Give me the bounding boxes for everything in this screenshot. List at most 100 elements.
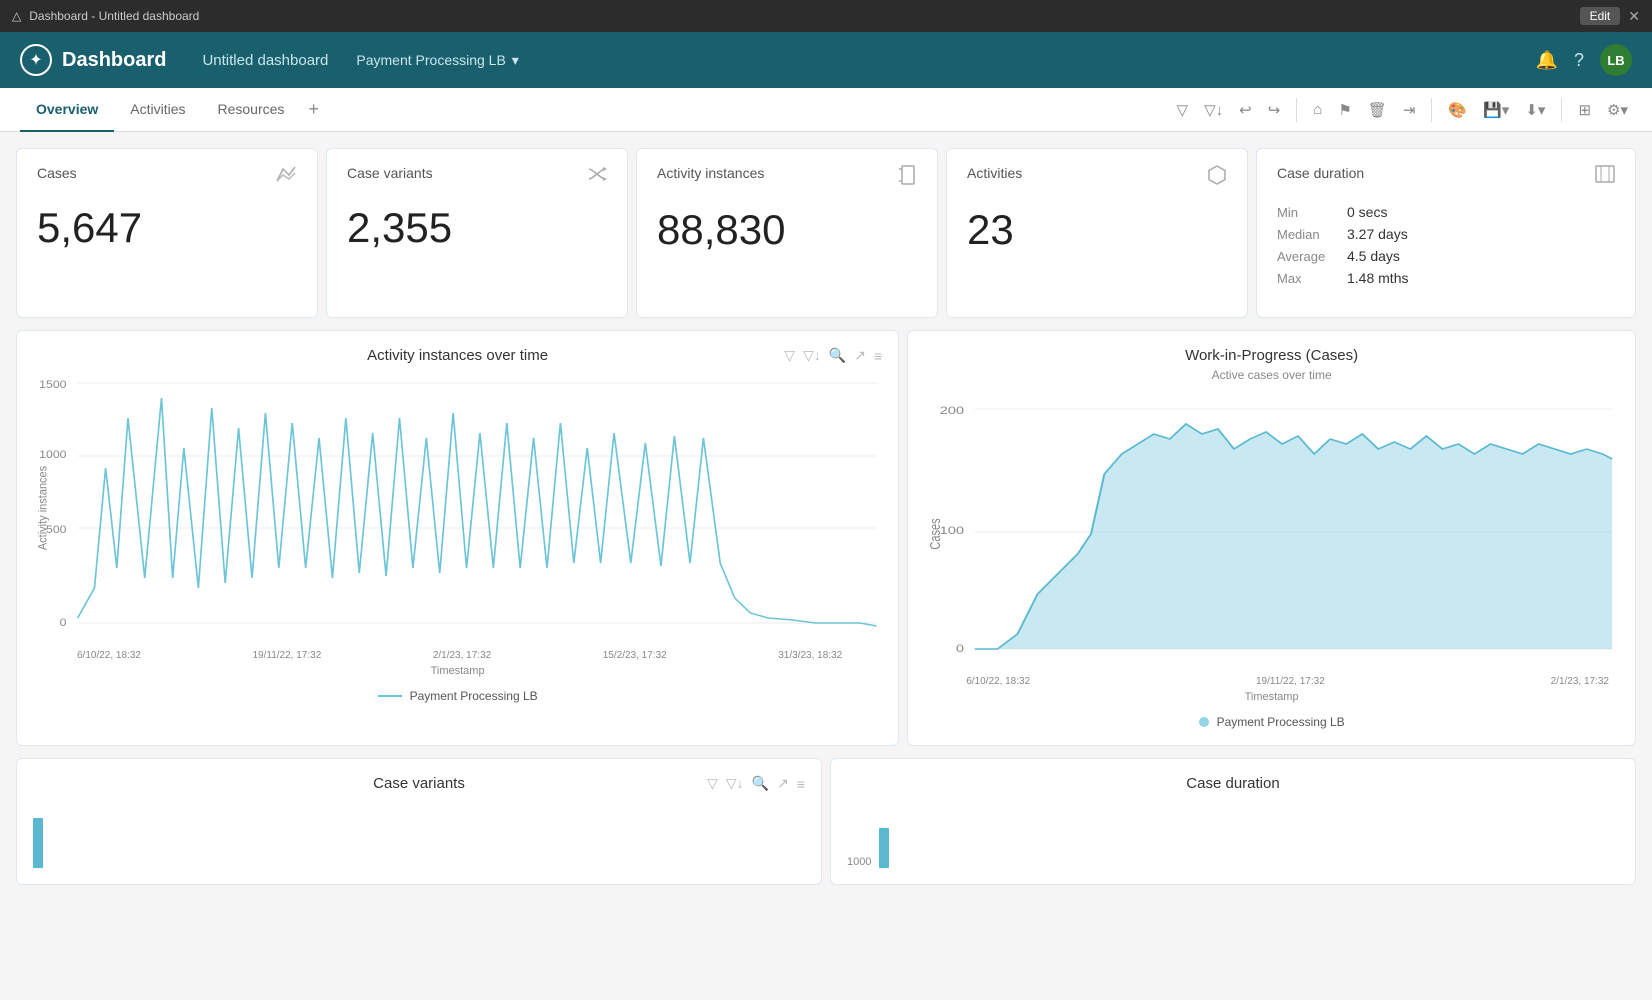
- x-tick-3: 2/1/23, 17:32: [433, 650, 491, 661]
- download-icon[interactable]: ⬇▾: [1521, 97, 1549, 123]
- x-tick-4: 15/2/23, 17:32: [603, 650, 667, 661]
- bell-icon[interactable]: 🔔: [1536, 50, 1558, 71]
- chart-bottom-case-variants: Case variants ▽ ▽↓ 🔍 ↗ ≡: [16, 758, 822, 885]
- legend-dot-wip: [1199, 717, 1209, 727]
- chart-subtitle-wip: Active cases over time: [1098, 368, 1445, 382]
- wip-svg: 200 100 0 Cases: [924, 394, 1619, 674]
- kpi-value-cases: 5,647: [37, 204, 297, 252]
- kpi-value-activity-instances: 88,830: [657, 206, 917, 254]
- title-bar: △ Dashboard - Untitled dashboard Edit ✕: [0, 0, 1652, 32]
- svg-text:1000: 1000: [39, 449, 67, 461]
- save-icon[interactable]: 💾▾: [1479, 97, 1513, 123]
- dur-value-average: 4.5 days: [1347, 248, 1400, 264]
- bottom-menu-icon[interactable]: ≡: [797, 776, 805, 792]
- kpi-card-case-duration: Case duration Min 0 secs Median 3.27 day: [1256, 148, 1636, 318]
- chart-bottom-case-duration: Case duration 1000: [830, 758, 1636, 885]
- tab-overview[interactable]: Overview: [20, 88, 114, 132]
- x-tick-5: 31/3/23, 18:32: [778, 650, 842, 661]
- kpi-card-activities: Activities 23: [946, 148, 1248, 318]
- activity-instances-svg: 1500 1000 500 0 Activity instances: [33, 368, 882, 648]
- dashboard-name[interactable]: Untitled dashboard: [202, 52, 328, 69]
- case-duration-icon: [1595, 165, 1615, 188]
- chevron-down-icon: ▾: [512, 52, 519, 69]
- dur-label-median: Median: [1277, 227, 1347, 242]
- help-icon[interactable]: ?: [1574, 50, 1584, 71]
- dur-value-min: 0 secs: [1347, 204, 1387, 220]
- divider: [1296, 98, 1297, 122]
- undo-icon[interactable]: ↩: [1235, 97, 1256, 123]
- add-tab-button[interactable]: +: [300, 99, 327, 120]
- filter-icon[interactable]: ▽: [1173, 97, 1193, 123]
- nav-toolbar: ▽ ▽↓ ↩ ↪ ⌂ ⚑ 🗑 ⇥ 🎨 💾▾ ⬇▾ ⊞ ⚙▾: [1173, 97, 1632, 123]
- avatar[interactable]: LB: [1600, 44, 1632, 76]
- kpi-label-activities: Activities: [967, 165, 1022, 181]
- home-icon[interactable]: ⌂: [1309, 97, 1326, 122]
- settings-icon[interactable]: ⚙▾: [1603, 97, 1632, 123]
- redo-icon[interactable]: ↪: [1264, 97, 1285, 123]
- activities-icon: [1207, 165, 1227, 190]
- cases-chart-icon: [275, 165, 297, 188]
- window-title: Dashboard - Untitled dashboard: [29, 9, 199, 23]
- chart-activity-instances: Activity instances over time ▽ ▽↓ 🔍 ↗ ≡ …: [16, 330, 899, 746]
- kpi-row: Cases 5,647 Case variants: [16, 148, 1636, 318]
- header-logo: ✦ Dashboard: [20, 44, 166, 76]
- dur-label-min: Min: [1277, 205, 1347, 220]
- kpi-header-cases: Cases: [37, 165, 297, 188]
- kpi-card-case-variants: Case variants 2,355: [326, 148, 628, 318]
- chart-title-activity-instances: Activity instances over time: [245, 347, 670, 364]
- svg-text:0: 0: [956, 642, 964, 655]
- duration-row-max: Max 1.48 mths: [1277, 270, 1615, 286]
- dur-label-average: Average: [1277, 249, 1347, 264]
- x-tick-2: 19/11/22, 17:32: [253, 650, 322, 661]
- kpi-label-activity-instances: Activity instances: [657, 165, 764, 181]
- x-axis-label-wip: Timestamp: [924, 691, 1619, 703]
- kpi-label-case-duration: Case duration: [1277, 165, 1364, 181]
- duration-row-median: Median 3.27 days: [1277, 226, 1615, 242]
- trash-icon[interactable]: 🗑: [1364, 97, 1391, 123]
- header: ✦ Dashboard Untitled dashboard Payment P…: [0, 32, 1652, 88]
- chart-cursor-icon[interactable]: ↗: [854, 347, 866, 364]
- case-duration-y-label: 1000: [847, 856, 871, 868]
- grid-icon[interactable]: ⊞: [1574, 97, 1595, 123]
- kpi-label-cases: Cases: [37, 165, 77, 181]
- chart-legend-wip: Payment Processing LB: [924, 715, 1619, 729]
- bottom-filter-icon[interactable]: ▽: [707, 775, 718, 792]
- chart-filter2-icon[interactable]: ▽↓: [803, 347, 821, 364]
- chart-legend-activity: Payment Processing LB: [33, 689, 882, 703]
- divider3: [1561, 98, 1562, 122]
- legend-line: [378, 695, 402, 697]
- kpi-value-activities: 23: [967, 206, 1227, 254]
- close-icon[interactable]: ✕: [1628, 8, 1640, 25]
- title-bar-left: △ Dashboard - Untitled dashboard: [12, 9, 199, 23]
- app-name: Dashboard: [62, 49, 166, 72]
- chart-menu-icon[interactable]: ≡: [874, 348, 882, 364]
- palette-icon[interactable]: 🎨: [1444, 97, 1471, 123]
- header-icons: 🔔 ? LB: [1536, 44, 1632, 76]
- filter-selector[interactable]: Payment Processing LB ▾: [356, 52, 518, 69]
- filter-label: Payment Processing LB: [356, 52, 505, 68]
- kpi-card-cases: Cases 5,647: [16, 148, 318, 318]
- tab-activities[interactable]: Activities: [114, 88, 201, 132]
- chart-filter-icon[interactable]: ▽: [784, 347, 795, 364]
- bookmark-icon[interactable]: ⚑: [1334, 97, 1355, 123]
- divider2: [1431, 98, 1432, 122]
- wip-x-tick-1: 6/10/22, 18:32: [966, 676, 1030, 687]
- case-duration-bar-preview: 1000: [847, 808, 1619, 868]
- share-icon[interactable]: ⇥: [1399, 97, 1420, 123]
- charts-row: Activity instances over time ▽ ▽↓ 🔍 ↗ ≡ …: [16, 330, 1636, 746]
- svg-text:1500: 1500: [39, 379, 67, 391]
- bottom-filter2-icon[interactable]: ▽↓: [726, 775, 744, 792]
- chart-title-case-duration-bottom: Case duration: [1040, 775, 1426, 792]
- edit-button[interactable]: Edit: [1580, 7, 1621, 25]
- tab-resources[interactable]: Resources: [202, 88, 301, 132]
- chart-search-icon[interactable]: 🔍: [829, 347, 846, 364]
- bottom-search-icon[interactable]: 🔍: [752, 775, 769, 792]
- bottom-cursor-icon[interactable]: ↗: [777, 775, 789, 792]
- kpi-header-activities: Activities: [967, 165, 1227, 190]
- case-variants-icon: [587, 165, 607, 188]
- kpi-card-activity-instances: Activity instances 88,830: [636, 148, 938, 318]
- svg-text:0: 0: [60, 617, 67, 629]
- svg-text:Activity instances: Activity instances: [36, 466, 50, 550]
- filter-down-icon[interactable]: ▽↓: [1200, 97, 1227, 123]
- case-variants-bar-preview: [33, 808, 805, 868]
